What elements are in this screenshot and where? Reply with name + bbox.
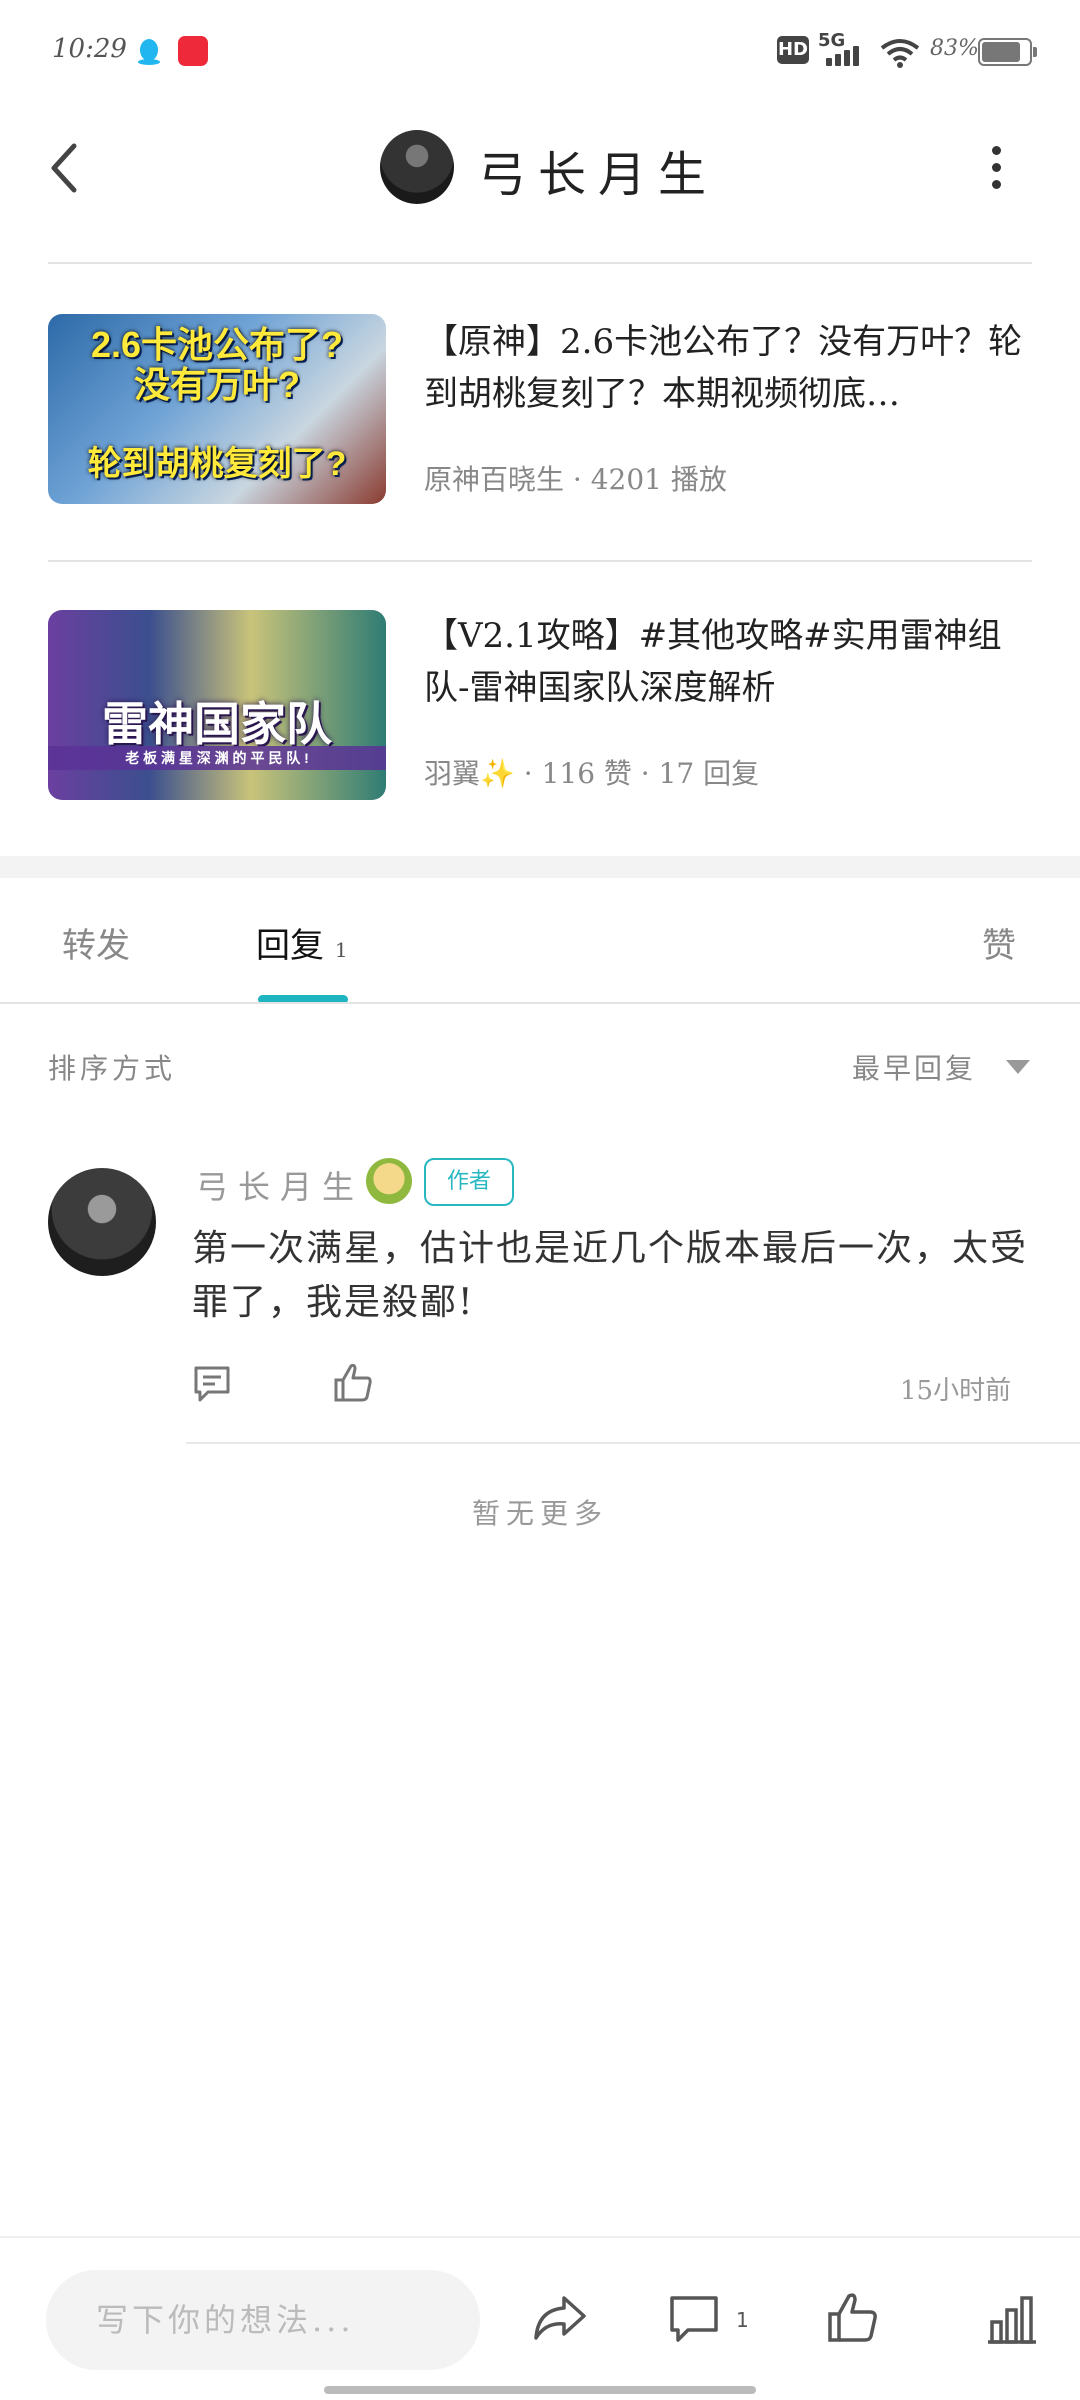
comment-icon[interactable] — [664, 2290, 724, 2350]
stats-icon[interactable] — [982, 2290, 1042, 2350]
home-indicator — [324, 2386, 756, 2394]
comment-input-wrapper[interactable] — [46, 2270, 480, 2370]
page-title: 弓长月生 — [478, 147, 719, 203]
video-title[interactable]: 【原神】2.6卡池公布了？没有万叶？轮到胡桃复刻了？本期视频彻底… — [424, 316, 1034, 420]
wifi-icon — [880, 38, 920, 72]
author-avatar[interactable] — [380, 130, 454, 204]
thumbnail-caption: 没有万叶? — [134, 364, 300, 405]
hd-icon: HD — [777, 36, 809, 64]
battery-fill — [982, 42, 1020, 62]
tab-reply-count: 1 — [334, 938, 348, 962]
share-icon[interactable] — [530, 2288, 590, 2348]
video-thumbnail[interactable]: 2.6卡池公布了? 没有万叶? 轮到胡桃复刻了? — [48, 314, 386, 504]
caret-down-icon[interactable] — [1006, 1060, 1030, 1074]
back-button[interactable] — [44, 138, 84, 198]
section-gap — [0, 856, 1080, 878]
more-options-button[interactable] — [990, 146, 1002, 190]
bottom-bar-divider — [0, 2236, 1080, 2238]
comment-divider — [186, 1442, 1080, 1444]
sort-dropdown[interactable]: 最早回复 — [852, 1047, 976, 1087]
dot — [991, 180, 1001, 189]
battery-tip — [1033, 47, 1037, 57]
thumbnail-caption: 老 板 满 星 深 渊 的 平 民 队 ! — [48, 746, 386, 770]
comment-count: 1 — [736, 2308, 749, 2332]
video-meta: 原神百晓生 · 4201 播放 — [424, 463, 727, 496]
comment-time: 15小时前 — [900, 1376, 1012, 1406]
status-bar: 10:29 HD 5G 83% — [0, 0, 1080, 100]
battery-icon — [978, 38, 1037, 66]
thumbs-up-icon[interactable] — [330, 1360, 376, 1406]
xiaohongshu-icon — [178, 36, 208, 66]
row-divider — [48, 560, 1032, 562]
tab-reply[interactable]: 回复 1 — [256, 918, 348, 967]
reply-icon[interactable] — [190, 1362, 234, 1406]
emoji-icon — [366, 1158, 412, 1204]
dot — [991, 146, 1001, 155]
video-thumbnail[interactable]: 雷神国家队 老 板 满 星 深 渊 的 平 民 队 ! — [48, 610, 386, 800]
chevron-left-icon — [51, 143, 77, 193]
tabs-divider — [0, 1002, 1080, 1004]
comment-text: 第一次满星，估计也是近几个版本最后一次，太受罪了，我是殺鄙! — [192, 1228, 1029, 1323]
dot — [991, 163, 1001, 172]
video-title[interactable]: 【V2.1攻略】#其他攻略#实用雷神组队-雷神国家队深度解析 — [424, 610, 1034, 714]
tab-reply-label: 回复 — [256, 926, 324, 966]
thumbnail-caption: 雷神国家队 — [102, 698, 332, 750]
battery-percent: 83% — [930, 36, 979, 61]
qq-icon — [134, 36, 164, 66]
no-more-text: 暂无更多 — [471, 1497, 608, 1530]
signal-icon — [826, 46, 866, 66]
avatar[interactable] — [48, 1168, 156, 1276]
tab-like[interactable]: 赞 — [982, 918, 1016, 967]
author-badge: 作者 — [424, 1158, 514, 1206]
header-divider — [48, 262, 1032, 264]
video-meta: 羽翼✨ · 116 赞 · 17 回复 — [424, 757, 760, 790]
thumbnail-caption: 轮到胡桃复刻了? — [87, 445, 347, 483]
comment-author[interactable]: 弓长月生 — [196, 1162, 364, 1208]
sort-label: 排序方式 — [48, 1052, 177, 1085]
like-icon[interactable] — [822, 2288, 882, 2348]
comment-input[interactable] — [46, 2270, 480, 2370]
status-time: 10:29 — [52, 34, 127, 64]
tab-forward[interactable]: 转发 — [62, 918, 130, 967]
